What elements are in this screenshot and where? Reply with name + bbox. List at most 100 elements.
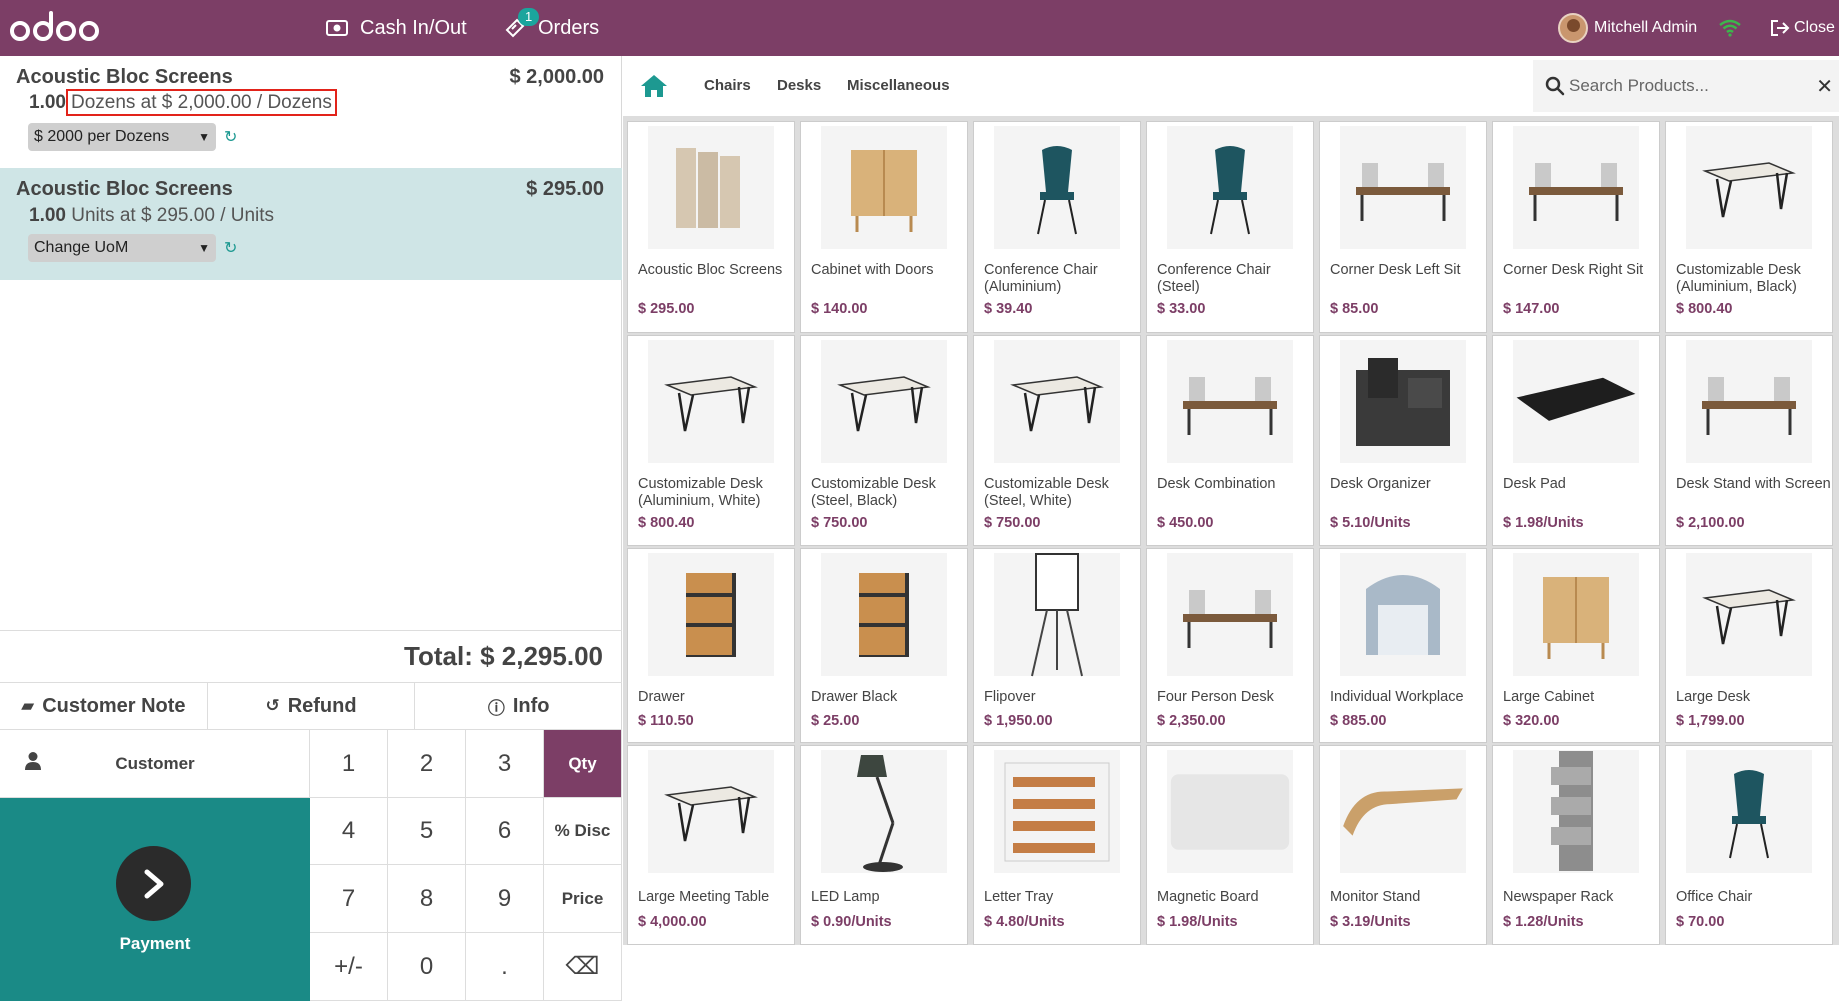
uom-select[interactable]: Change UoM ▼	[28, 234, 216, 262]
product-card[interactable]: Large Desk $ 1,799.00	[1665, 548, 1833, 743]
product-card[interactable]: Acoustic Bloc Screens $ 295.00	[627, 121, 795, 333]
product-card[interactable]: Desk Pad $ 1.98/Units	[1492, 335, 1660, 546]
flipchart-icon	[994, 552, 1120, 676]
product-card[interactable]: Conference Chair (Aluminium) $ 39.40	[973, 121, 1141, 333]
category-chairs[interactable]: Chairs	[704, 77, 751, 94]
customer-note-button[interactable]: ▰ Customer Note	[0, 683, 208, 729]
backspace-icon[interactable]: ⌫	[544, 933, 622, 1001]
product-price: $ 295.00	[638, 301, 695, 317]
product-card[interactable]: Office Chair $ 70.00	[1665, 745, 1833, 945]
product-card[interactable]: Newspaper Rack $ 1.28/Units	[1492, 745, 1660, 945]
numpad-key-decimal[interactable]: .	[466, 933, 544, 1001]
numpad-key-5[interactable]: 5	[388, 798, 466, 865]
product-card[interactable]: Customizable Desk (Steel, White) $ 750.00	[973, 335, 1141, 546]
product-card[interactable]: Desk Combination $ 450.00	[1146, 335, 1314, 546]
chevron-down-icon: ▼	[198, 241, 210, 255]
product-card[interactable]: Drawer $ 110.50	[627, 548, 795, 743]
product-name: Office Chair	[1676, 889, 1753, 905]
product-card[interactable]: Monitor Stand $ 3.19/Units	[1319, 745, 1487, 945]
search-input[interactable]	[1569, 72, 1789, 100]
product-price: $ 1,799.00	[1676, 713, 1745, 729]
order-line-price: $ 2,000.00	[509, 66, 604, 88]
numpad-key-4[interactable]: 4	[310, 798, 388, 865]
numpad-key-0[interactable]: 0	[388, 933, 466, 1001]
product-card[interactable]: Individual Workplace $ 885.00	[1319, 548, 1487, 743]
numpad-key-6[interactable]: 6	[466, 798, 544, 865]
avatar	[1558, 13, 1588, 43]
product-name: Individual Workplace	[1330, 689, 1464, 705]
refund-button[interactable]: ↺ Refund	[208, 683, 416, 729]
product-card[interactable]: Magnetic Board $ 1.98/Units	[1146, 745, 1314, 945]
payment-button[interactable]: Payment	[0, 798, 310, 1001]
product-name: Large Desk	[1676, 689, 1751, 705]
product-name: Flipover	[984, 689, 1036, 705]
uom-select[interactable]: $ 2000 per Dozens ▼	[28, 123, 216, 151]
control-buttons: ▰ Customer Note ↺ Refund ⓘ Info	[0, 682, 622, 730]
product-card[interactable]: Conference Chair (Steel) $ 33.00	[1146, 121, 1314, 333]
numpad-key-sign[interactable]: +/-	[310, 933, 388, 1001]
cash-in-out-button[interactable]: Cash In/Out	[326, 0, 467, 56]
product-card[interactable]: Customizable Desk (Aluminium, Black) $ 80…	[1665, 121, 1833, 333]
product-card[interactable]: LED Lamp $ 0.90/Units	[800, 745, 968, 945]
product-card[interactable]: Large Meeting Table $ 4,000.00	[627, 745, 795, 945]
numpad-key-1[interactable]: 1	[310, 730, 388, 798]
product-card[interactable]: Customizable Desk (Steel, Black) $ 750.00	[800, 335, 968, 546]
close-button[interactable]: Close	[1770, 0, 1835, 56]
numpad-key-3[interactable]: 3	[466, 730, 544, 798]
table-icon	[648, 340, 774, 463]
table-icon	[994, 340, 1120, 463]
info-label: Info	[512, 694, 550, 717]
numpad-key-9[interactable]: 9	[466, 865, 544, 933]
screen-icon	[648, 126, 774, 249]
discount-mode-button[interactable]: % Disc	[544, 798, 622, 865]
customer-button[interactable]: Customer	[0, 730, 310, 798]
order-line[interactable]: Acoustic Bloc Screens $ 2,000.00 1.00 Doz…	[0, 56, 622, 168]
cash-in-out-label: Cash In/Out	[360, 16, 467, 39]
product-price: $ 750.00	[984, 515, 1041, 531]
product-name: Desk Combination	[1157, 476, 1276, 492]
product-card[interactable]: Desk Organizer $ 5.10/Units	[1319, 335, 1487, 546]
numpad-key-8[interactable]: 8	[388, 865, 466, 933]
numpad-key-7[interactable]: 7	[310, 865, 388, 933]
product-name: Customizable Desk (Aluminium, Black)	[1676, 262, 1801, 295]
cabinet-icon	[821, 126, 947, 249]
numpad-key-2[interactable]: 2	[388, 730, 466, 798]
price-mode-button[interactable]: Price	[544, 865, 622, 933]
product-price: $ 1,950.00	[984, 713, 1053, 729]
qty-mode-button[interactable]: Qty	[544, 730, 622, 798]
close-icon[interactable]: ✕	[1816, 74, 1833, 99]
reset-icon[interactable]: ↻	[224, 238, 237, 258]
product-card[interactable]: Drawer Black $ 25.00	[800, 548, 968, 743]
product-card[interactable]: Four Person Desk $ 2,350.00	[1146, 548, 1314, 743]
product-name: Drawer Black	[811, 689, 898, 705]
product-price: $ 800.40	[1676, 301, 1733, 317]
product-card[interactable]: Corner Desk Left Sit $ 85.00	[1319, 121, 1487, 333]
product-card[interactable]: Corner Desk Right Sit $ 147.00	[1492, 121, 1660, 333]
table-icon	[648, 750, 774, 873]
top-bar: Cash In/Out 1 Orders Mitchell Admin Clos…	[0, 0, 1839, 56]
order-line-selected[interactable]: Acoustic Bloc Screens $ 295.00 1.00 Unit…	[0, 168, 622, 280]
orders-button[interactable]: 1 Orders	[504, 0, 599, 56]
category-miscellaneous[interactable]: Miscellaneous	[847, 77, 950, 94]
home-icon[interactable]	[640, 73, 668, 99]
orders-label: Orders	[538, 16, 600, 39]
info-icon: ⓘ	[487, 698, 505, 718]
product-price: $ 885.00	[1330, 713, 1387, 729]
product-price: $ 110.50	[638, 713, 694, 729]
table-icon	[821, 340, 947, 463]
product-card[interactable]: Cabinet with Doors $ 140.00	[800, 121, 968, 333]
product-card[interactable]: Large Cabinet $ 320.00	[1492, 548, 1660, 743]
product-card[interactable]: Flipover $ 1,950.00	[973, 548, 1141, 743]
user-menu[interactable]: Mitchell Admin	[1558, 0, 1697, 56]
reset-icon[interactable]: ↻	[224, 127, 237, 147]
drawer-icon	[821, 553, 947, 676]
product-name: Large Meeting Table	[638, 889, 770, 905]
product-card[interactable]: Customizable Desk (Aluminium, White) $ 80…	[627, 335, 795, 546]
table-icon	[1686, 126, 1812, 249]
info-button[interactable]: ⓘ Info	[415, 683, 622, 729]
category-desks[interactable]: Desks	[777, 77, 821, 94]
product-name: Customizable Desk (Steel, Black)	[811, 476, 936, 509]
product-card[interactable]: Letter Tray $ 4.80/Units	[973, 745, 1141, 945]
order-line-product: Acoustic Bloc Screens	[16, 66, 233, 88]
product-card[interactable]: Desk Stand with Screen $ 2,100.00	[1665, 335, 1833, 546]
